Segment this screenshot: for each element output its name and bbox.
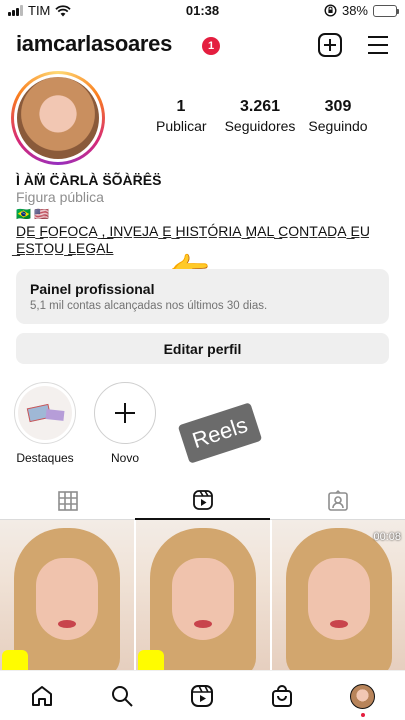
snapchat-icon — [138, 650, 164, 670]
highlight-label: Destaques — [16, 451, 74, 465]
orientation-lock-icon — [324, 4, 337, 17]
menu-icon[interactable] — [365, 32, 391, 58]
profile-header: iamcarlasoares 1 — [16, 30, 391, 60]
profile-bio: Ì ÀM̈ C̈ÀRLÀ S̈ÕÀR̈ÊS̈ Figura pública 🇧🇷… — [16, 172, 396, 257]
shop-icon[interactable] — [270, 684, 294, 708]
stat-followers[interactable]: 3.261 Seguidores — [222, 98, 298, 134]
following-label: Seguindo — [308, 118, 368, 134]
professional-dashboard[interactable]: Painel profissional 5,1 mil contas alcan… — [16, 269, 389, 324]
stat-posts[interactable]: 1 Publicar — [156, 98, 207, 134]
username[interactable]: iamcarlasoares — [16, 31, 172, 57]
posts-label: Publicar — [156, 118, 207, 134]
following-count: 309 — [324, 98, 352, 115]
reel-thumbnail[interactable] — [136, 520, 270, 670]
status-bar: TIM 01:38 38% — [0, 0, 405, 22]
display-name: Ì ÀM̈ C̈ÀRLÀ S̈ÕÀR̈ÊS̈ — [16, 172, 162, 188]
highlight-cover — [18, 386, 72, 440]
notification-dot — [361, 713, 365, 717]
video-duration: 00:08 — [373, 531, 401, 543]
tab-grid[interactable] — [0, 482, 135, 520]
reel-thumbnail[interactable]: 00:08 — [272, 520, 405, 670]
stat-following[interactable]: 309 Seguindo — [306, 98, 370, 134]
battery-percent: 38% — [341, 3, 368, 18]
category-label: Figura pública — [16, 189, 104, 205]
tab-reels[interactable] — [135, 482, 270, 520]
profile-avatar-story-ring[interactable] — [11, 71, 105, 165]
reel-thumbnail[interactable] — [0, 520, 134, 670]
highlight-destaques[interactable]: Destaques — [13, 382, 77, 465]
bottom-navigation — [0, 670, 405, 720]
snapchat-icon — [2, 650, 28, 670]
profile-avatar — [17, 77, 99, 159]
new-post-icon[interactable] — [317, 32, 343, 58]
plus-icon — [115, 403, 135, 423]
profile-avatar[interactable] — [350, 684, 375, 709]
highlight-label: Novo — [110, 451, 139, 465]
battery-charging-icon — [373, 4, 399, 17]
notification-badge[interactable]: 1 — [202, 37, 220, 55]
highlight-new[interactable]: Novo — [93, 382, 157, 465]
tab-tagged[interactable] — [270, 482, 405, 520]
grid-icon — [57, 491, 78, 511]
profile-tabs — [0, 482, 405, 520]
edit-profile-button[interactable]: Editar perfil — [16, 333, 389, 364]
followers-count: 3.261 — [239, 98, 281, 115]
flags: 🇧🇷 🇺🇸 — [16, 207, 50, 221]
reels-sticker: Reels — [177, 402, 263, 464]
dashboard-subtitle: 5,1 mil contas alcançadas nos últimos 30… — [30, 300, 268, 312]
search-icon[interactable] — [110, 684, 134, 708]
followers-label: Seguidores — [224, 118, 296, 134]
reels-grid: 00:08 — [0, 520, 405, 670]
reels-icon[interactable] — [190, 684, 214, 708]
tagged-icon — [327, 490, 348, 511]
dashboard-title: Painel profissional — [30, 281, 155, 297]
home-icon[interactable] — [30, 684, 54, 708]
reels-icon — [192, 490, 213, 510]
posts-count: 1 — [176, 98, 186, 115]
